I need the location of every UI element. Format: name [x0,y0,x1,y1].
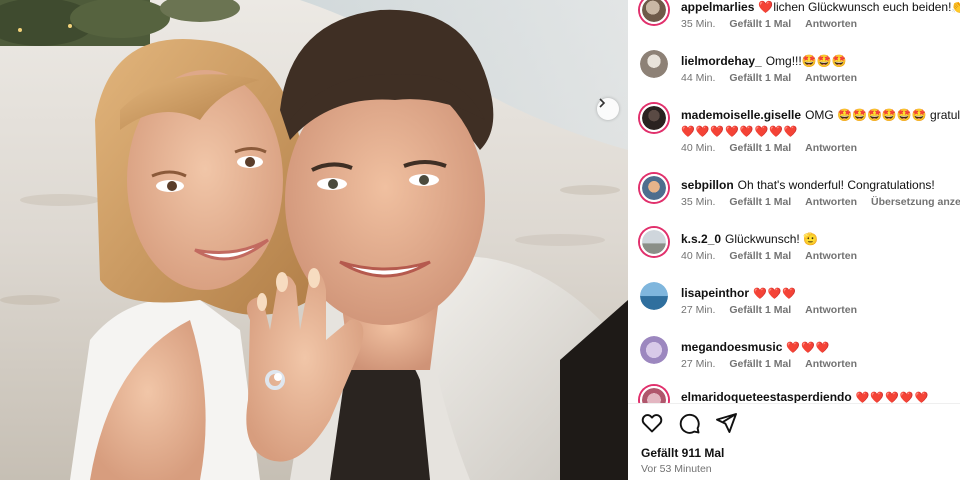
comment-text: ❤️❤️❤️ [753,288,798,300]
speech-bubble-icon[interactable] [677,411,701,435]
reply-button[interactable]: Antworten [805,250,857,262]
comment-likes-button[interactable]: Gefällt 1 Mal [729,304,791,316]
divider [628,403,960,404]
comment-text: ❤️lichen Glückwunsch euch beiden!👏🍾 [758,0,960,14]
post-timestamp: Vor 53 Minuten [641,463,712,475]
comment-username[interactable]: sebpillon [681,178,734,192]
comment-text: OMG 🤩🤩🤩🤩🤩🤩 gratulie [805,108,960,122]
comment-text: ❤️❤️❤️❤️❤️ [855,392,930,403]
carousel-next-button[interactable] [597,98,619,120]
comment-username[interactable]: appelmarlies [681,0,754,14]
post-viewer: appelmarlies ❤️lichen Glückwunsch euch be… [0,0,960,480]
paper-plane-icon[interactable] [714,411,738,435]
comment-likes-button[interactable]: Gefällt 1 Mal [729,18,791,30]
post-photo[interactable] [0,0,628,480]
comment-likes-button[interactable]: Gefällt 1 Mal [729,72,791,84]
avatar[interactable] [640,104,668,132]
comment-text-continued: ❤️❤️❤️❤️❤️❤️❤️❤️ [681,126,799,138]
likes-count[interactable]: Gefällt 911 Mal [641,446,724,460]
comment-meta: 40 Min. Gefällt 1 Mal Antworten [681,142,868,154]
reply-button[interactable]: Antworten [805,358,857,370]
comment-meta: 27 Min. Gefällt 1 Mal Antworten [681,304,868,316]
comment-time: 40 Min. [681,142,716,154]
comment-username[interactable]: k.s.2_0 [681,232,721,246]
comment-username[interactable]: megandoesmusic [681,340,782,354]
comment-text: Oh that's wonderful! Congratulations! [737,178,935,192]
avatar[interactable] [640,228,668,256]
comment-text: ❤️❤️❤️ [786,342,831,354]
comment-list[interactable]: appelmarlies ❤️lichen Glückwunsch euch be… [628,0,960,403]
comment-meta: 27 Min. Gefällt 1 Mal Antworten [681,358,868,370]
couple-selfie-image [0,0,628,480]
comment-time: 44 Min. [681,72,716,84]
reply-button[interactable]: Antworten [805,72,857,84]
translate-button[interactable]: Übersetzung anzeigen [871,196,960,208]
avatar[interactable] [640,282,668,310]
comment-username[interactable]: lisapeinthor [681,286,749,300]
avatar[interactable] [640,0,668,24]
comments-panel: appelmarlies ❤️lichen Glückwunsch euch be… [628,0,960,480]
comment-time: 35 Min. [681,196,716,208]
reply-button[interactable]: Antworten [805,18,857,30]
comment-likes-button[interactable]: Gefällt 1 Mal [729,250,791,262]
reply-button[interactable]: Antworten [805,304,857,316]
comment-time: 40 Min. [681,250,716,262]
avatar[interactable] [640,50,668,78]
comment-meta: 44 Min. Gefällt 1 Mal Antworten [681,72,868,84]
comment-username[interactable]: lielmordehay_ [681,54,762,68]
reply-button[interactable]: Antworten [805,142,857,154]
heart-outline-icon[interactable] [640,411,664,435]
avatar[interactable] [640,174,668,202]
comment-time: 27 Min. [681,358,716,370]
post-actions [640,411,738,437]
comment-likes-button[interactable]: Gefällt 1 Mal [729,358,791,370]
comment-time: 35 Min. [681,18,716,30]
reply-button[interactable]: Antworten [805,196,857,208]
comment-meta: 35 Min. Gefällt 1 Mal Antworten Übersetz… [681,196,960,208]
comment-username[interactable]: mademoiselle.giselle [681,108,801,122]
comment-likes-button[interactable]: Gefällt 1 Mal [729,142,791,154]
comment-meta: 40 Min. Gefällt 1 Mal Antworten [681,250,868,262]
comment-text: Omg!!!🤩🤩🤩 [765,54,847,68]
comment-username[interactable]: elmaridoqueteestasperdiendo [681,390,852,403]
avatar[interactable] [640,336,668,364]
chevron-right-icon [599,98,606,108]
comment-text: Glückwunsch! 🫡 [725,232,819,246]
comment-likes-button[interactable]: Gefällt 1 Mal [729,196,791,208]
comment-meta: 35 Min. Gefällt 1 Mal Antworten [681,18,868,30]
avatar[interactable] [640,386,668,403]
comment-time: 27 Min. [681,304,716,316]
